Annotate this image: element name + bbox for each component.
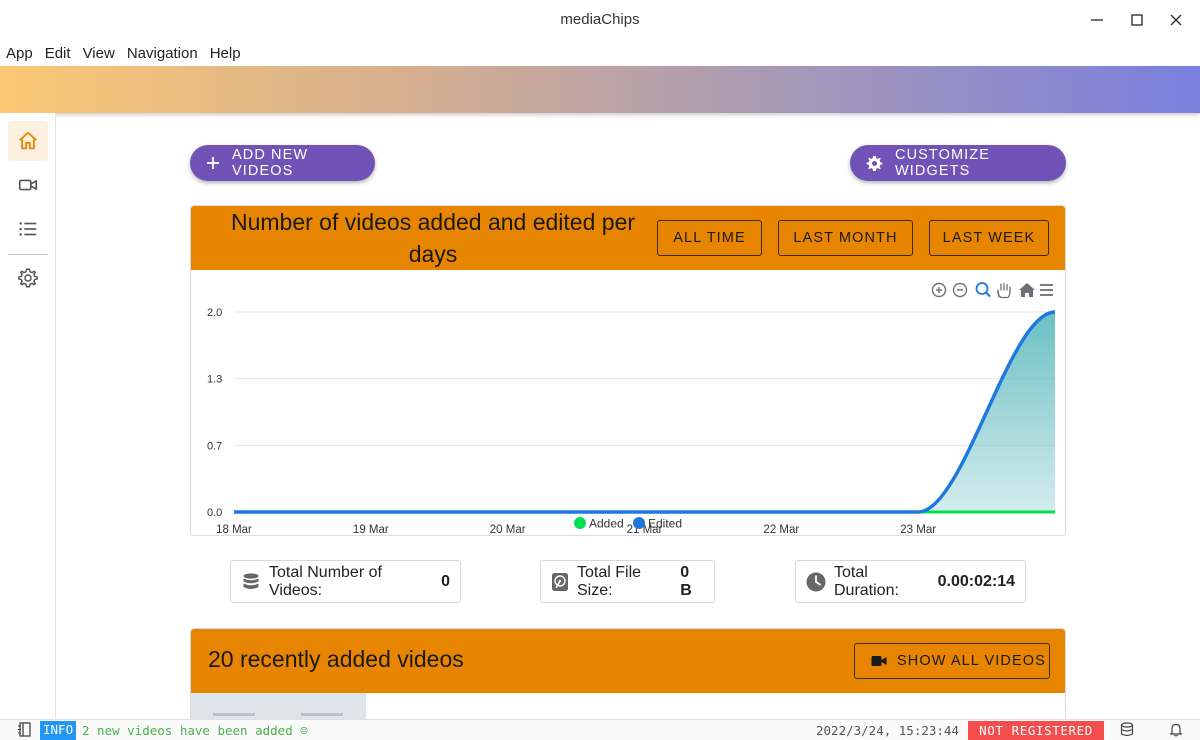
recent-videos-title: 20 recently added videos: [208, 646, 464, 672]
header-banner: [0, 66, 1200, 113]
chart-card: Number of videos added and edited per da…: [190, 205, 1066, 536]
maximize-icon: [1131, 14, 1143, 26]
x-tick-label: 18 Mar: [216, 524, 252, 535]
add-new-videos-label: ADD NEW VIDEOS: [232, 147, 309, 179]
stat-total-size: Total File Size: 0 B: [540, 560, 715, 603]
window-title: mediaChips: [560, 11, 640, 28]
videos-per-day-chart: 0.00.71.32.0 18 Mar 19 Mar 20 Mar 21 Mar 22 …: [207, 307, 1056, 535]
y-tick-label: 1.3: [207, 374, 222, 386]
database-icon: [241, 572, 261, 592]
menu-view[interactable]: View: [83, 45, 115, 62]
log-level-badge: INFO: [40, 721, 77, 740]
filter-all-time-button[interactable]: ALL TIME: [657, 220, 762, 256]
status-bar: INFO 2 new videos have been added ☺ 2022…: [0, 719, 1200, 740]
clock-icon: [806, 572, 826, 592]
list-icon: [19, 222, 37, 236]
title-bar: mediaChips: [0, 0, 1200, 40]
video-camera-icon: [871, 656, 887, 666]
sidebar-item-settings[interactable]: [8, 258, 48, 298]
plus-icon: [206, 156, 220, 170]
status-datetime: 2022/3/24, 15:23:44: [816, 723, 959, 738]
minimize-icon: [1091, 19, 1103, 21]
stat-total-videos-label: Total Number of Videos:: [269, 563, 382, 599]
customize-widgets-label: CUSTOMIZE WIDGETS: [895, 147, 991, 179]
y-tick-label: 0.0: [207, 507, 222, 519]
show-all-videos-button[interactable]: SHOW ALL VIDEOS: [854, 643, 1050, 679]
y-tick-label: 2.0: [207, 307, 222, 319]
close-button[interactable]: [1163, 8, 1189, 32]
menu-help[interactable]: Help: [210, 45, 241, 62]
database-icon[interactable]: [1120, 722, 1134, 740]
add-new-videos-button[interactable]: ADD NEW VIDEOS: [190, 145, 375, 181]
y-tick-label: 0.7: [207, 440, 222, 452]
gear-icon: [866, 155, 883, 172]
stat-total-duration-value: 0.00:02:14: [937, 572, 1015, 590]
stat-total-videos-value: 0: [441, 572, 450, 590]
legend-label[interactable]: Added: [589, 517, 624, 531]
stat-total-size-value: 0 B: [680, 563, 692, 599]
filter-last-month-button[interactable]: LAST MONTH: [778, 220, 913, 256]
chart-title: Number of videos added and edited per da…: [230, 209, 636, 267]
minimize-button[interactable]: [1084, 8, 1110, 32]
menu-app[interactable]: App: [6, 45, 33, 62]
thumbnail-text-mark: [213, 713, 255, 716]
recent-videos-header: 20 recently added videos SHOW ALL VIDEOS: [191, 629, 1065, 693]
gear-icon: [18, 268, 38, 288]
legend-marker[interactable]: [574, 517, 586, 529]
legend-label[interactable]: Edited: [648, 517, 682, 531]
menu-bar: App Edit View Navigation Help: [0, 40, 1200, 66]
x-tick-label: 19 Mar: [353, 524, 389, 535]
stat-total-size-label: Total File Size:: [577, 563, 642, 599]
customize-widgets-button[interactable]: CUSTOMIZE WIDGETS: [850, 145, 1066, 181]
stat-total-videos: Total Number of Videos: 0: [230, 560, 461, 603]
legend-marker[interactable]: [633, 517, 645, 529]
stat-total-duration: Total Duration: 0.00:02:14: [795, 560, 1026, 603]
recent-videos-card: 20 recently added videos SHOW ALL VIDEOS: [190, 628, 1066, 719]
x-tick-label: 20 Mar: [490, 524, 526, 535]
sidebar-item-videos[interactable]: [8, 165, 48, 205]
registration-badge[interactable]: NOT REGISTERED: [968, 721, 1104, 740]
notebook-icon[interactable]: [18, 722, 32, 740]
x-tick-label: 22 Mar: [763, 524, 799, 535]
status-message: 2 new videos have been added ☺: [82, 723, 308, 738]
sidebar-divider: [8, 254, 48, 255]
x-tick-label: 23 Mar: [900, 524, 936, 535]
sidebar-item-lists[interactable]: [8, 209, 48, 249]
video-camera-icon: [18, 179, 38, 191]
menu-navigation[interactable]: Navigation: [127, 45, 198, 62]
sidebar-item-home[interactable]: [8, 121, 48, 161]
thumbnail-text-mark: [301, 713, 343, 716]
menu-edit[interactable]: Edit: [45, 45, 71, 62]
edited-series-line: [233, 310, 1056, 514]
video-thumbnail[interactable]: [191, 693, 366, 719]
show-all-videos-label: SHOW ALL VIDEOS: [897, 653, 1046, 669]
sidebar: [0, 113, 56, 719]
chart-card-header: Number of videos added and edited per da…: [191, 206, 1065, 270]
dashboard: ADD NEW VIDEOS CUSTOMIZE WIDGETS Number …: [57, 113, 1200, 719]
hard-disk-icon: [551, 572, 569, 592]
filter-last-week-button[interactable]: LAST WEEK: [929, 220, 1049, 256]
home-icon: [19, 131, 37, 150]
stat-total-duration-label: Total Duration:: [834, 563, 899, 599]
maximize-button[interactable]: [1124, 8, 1150, 32]
bell-icon[interactable]: [1169, 722, 1183, 740]
close-icon: [1170, 14, 1182, 26]
edited-area: [234, 312, 1055, 512]
